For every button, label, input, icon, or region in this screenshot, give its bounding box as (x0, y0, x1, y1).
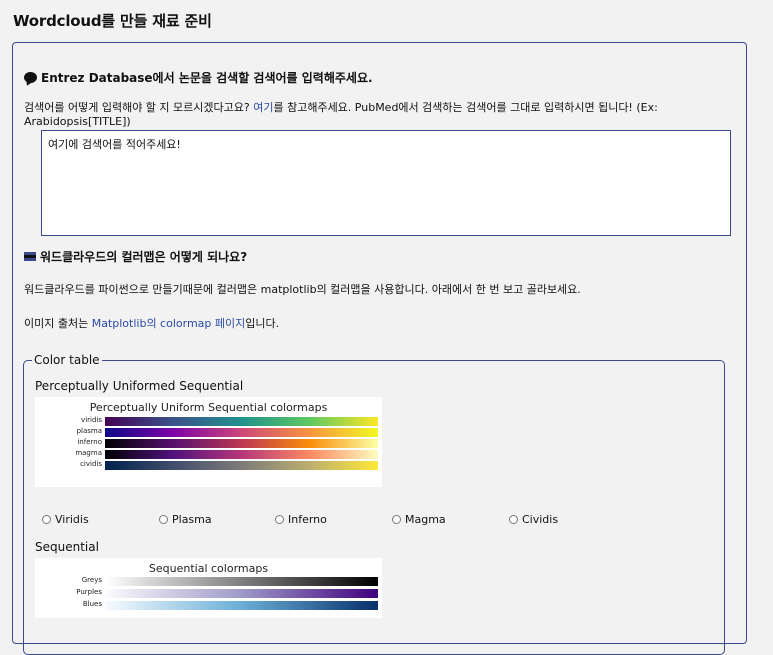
radio-viridis-input[interactable] (42, 515, 51, 524)
search-query-input[interactable] (41, 130, 731, 236)
radio-plasma[interactable]: Plasma (159, 513, 212, 526)
magma-gradient (105, 450, 378, 459)
colormap-label: cividis (80, 460, 102, 468)
radio-plasma-input[interactable] (159, 515, 168, 524)
colormap-row-blues: Blues (35, 600, 382, 610)
colormap-label: Purples (76, 588, 102, 596)
radio-cividis-input[interactable] (509, 515, 518, 524)
colormap-label: inferno (77, 438, 102, 446)
radio-magma[interactable]: Magma (392, 513, 446, 526)
colormap-radio-group: Viridis Plasma Inferno Magma Cividis (42, 513, 682, 529)
colormap-row-plasma: plasma (35, 427, 382, 437)
radio-cividis[interactable]: Cividis (509, 513, 558, 526)
colormap-section-title-text: 워드클라우드의 컬러맵은 어떻게 되나요? (40, 250, 248, 264)
colormap-section-title: 워드클라우드의 컬러맵은 어떻게 되나요? (24, 248, 247, 265)
search-section-title-text: Entrez Database에서 논문을 검색할 검색어를 입력해주세요. (41, 71, 373, 85)
colormap-row-magma: magma (35, 449, 382, 459)
radio-inferno[interactable]: Inferno (275, 513, 327, 526)
group-title-perceptual: Perceptually Uniformed Sequential (35, 379, 244, 393)
radio-label: Cividis (522, 513, 559, 526)
sequential-colormap-image: Sequential colormaps Greys Purples Blues (35, 558, 382, 618)
search-section-title: Entrez Database에서 논문을 검색할 검색어를 입력해주세요. (24, 69, 373, 86)
sequential-chart-title: Sequential colormaps (148, 562, 269, 575)
colormap-row-cividis: cividis (35, 460, 382, 470)
colormap-row-inferno: inferno (35, 438, 382, 448)
colormap-label: Greys (81, 576, 102, 584)
colormap-label: Blues (82, 600, 102, 608)
matplotlib-colormap-link[interactable]: Matplotlib의 colormap 페이지 (92, 317, 246, 330)
search-help-text: 검색어를 어떻게 입력해야 할 지 모르시겠다고요? 여기를 참고해주세요. P… (24, 99, 746, 128)
perceptual-chart-title: Perceptually Uniform Sequential colormap… (89, 401, 328, 414)
colormap-source-suffix: 입니다. (245, 317, 280, 330)
colormap-label: magma (75, 449, 102, 457)
colormap-source-text: 이미지 출처는 Matplotlib의 colormap 페이지입니다. (24, 315, 279, 331)
colormap-source-prefix: 이미지 출처는 (24, 317, 92, 330)
blues-gradient (105, 601, 378, 610)
radio-label: Magma (405, 513, 446, 526)
main-panel: Entrez Database에서 논문을 검색할 검색어를 입력해주세요. 검… (12, 42, 747, 655)
colormap-row-greys: Greys (35, 576, 382, 586)
radio-label: Plasma (172, 513, 212, 526)
radio-inferno-input[interactable] (275, 515, 284, 524)
search-help-prefix: 검색어를 어떻게 입력해야 할 지 모르시겠다고요? (24, 101, 254, 114)
perceptual-colormap-image: Perceptually Uniform Sequential colormap… (35, 397, 382, 487)
radio-label: Inferno (288, 513, 327, 526)
colormap-row-viridis: viridis (35, 416, 382, 426)
palette-icon (24, 251, 36, 262)
inferno-gradient (105, 439, 378, 448)
color-table-legend: Color table (34, 353, 100, 367)
colormap-row-purples: Purples (35, 588, 382, 598)
greys-gradient (105, 577, 378, 586)
radio-label: Viridis (55, 513, 89, 526)
colormap-desc: 워드클라우드를 파이썬으로 만들기때문에 컬러맵은 matplotlib의 컬러… (24, 283, 581, 296)
search-help-link[interactable]: 여기 (253, 101, 273, 114)
radio-magma-input[interactable] (392, 515, 401, 524)
page-title: Wordcloud를 만들 재료 준비 (13, 12, 212, 30)
purples-gradient (105, 589, 378, 598)
viridis-gradient (105, 417, 378, 426)
plasma-gradient (105, 428, 378, 437)
colormap-label: plasma (76, 427, 102, 435)
group-title-sequential: Sequential (35, 540, 99, 554)
speech-bubble-icon (24, 72, 37, 83)
colormap-label: viridis (81, 416, 102, 424)
cividis-gradient (105, 461, 378, 470)
radio-viridis[interactable]: Viridis (42, 513, 89, 526)
